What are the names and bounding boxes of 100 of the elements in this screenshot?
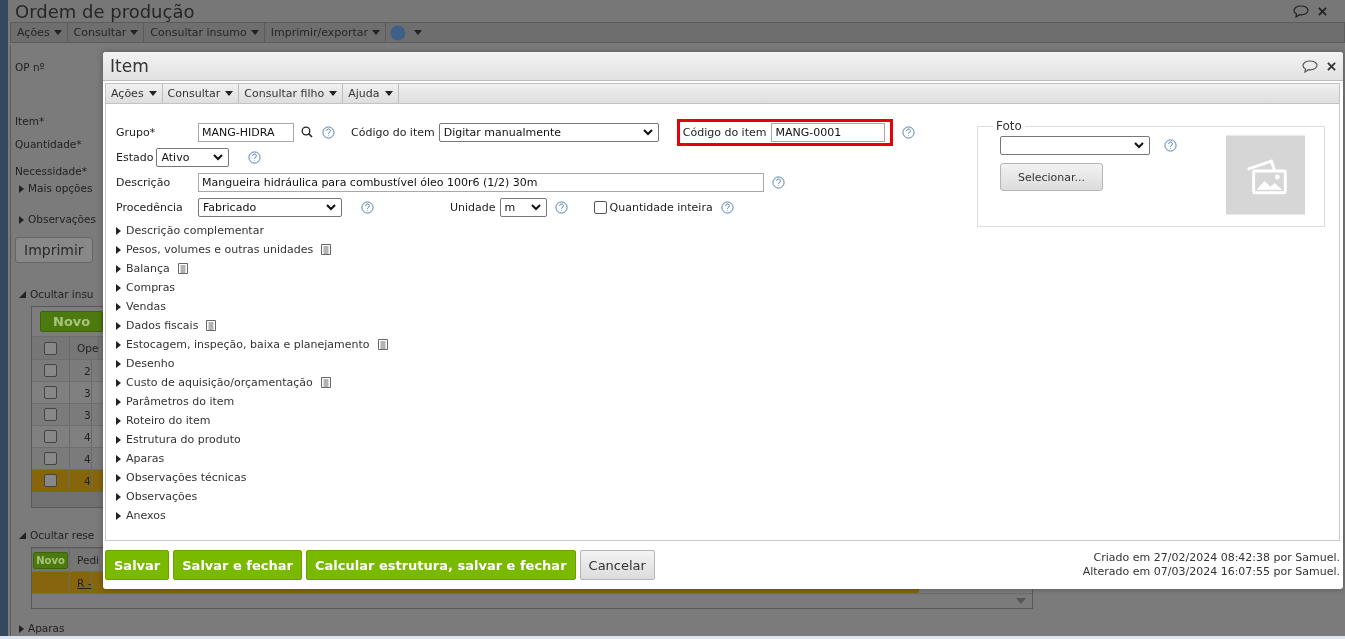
field-label: Descrição <box>116 175 172 189</box>
section-toggle[interactable]: Aparas <box>126 452 165 465</box>
document-icon[interactable] <box>320 377 331 388</box>
section-toggle[interactable]: Roteiro do item <box>126 414 211 427</box>
field-label: OP nº <box>15 60 45 75</box>
menu-button[interactable]: Consultar <box>162 84 240 103</box>
expand-arrow-icon <box>116 359 121 368</box>
section-toggle[interactable]: Descrição complementar <box>126 224 264 237</box>
dialog-title: Item <box>110 56 149 76</box>
dropdown-chevron-icon <box>642 128 653 136</box>
select-button[interactable]: Selecionar... <box>1000 163 1103 191</box>
print-button[interactable]: Imprimir <box>15 237 93 263</box>
section-toggle[interactable]: Observações <box>126 490 198 503</box>
menu-button[interactable]: Consultar filho <box>239 84 344 103</box>
dropdown-chevron-icon <box>326 203 336 211</box>
document-icon[interactable] <box>177 263 188 274</box>
collapse-arrow-icon <box>19 532 26 539</box>
section-toggle[interactable]: Balança <box>126 262 170 275</box>
checkbox[interactable] <box>593 200 607 214</box>
menu-button[interactable]: Ações <box>106 84 163 103</box>
section-toggle[interactable]: Observações <box>28 212 96 227</box>
expand-arrow-icon <box>116 416 121 425</box>
dropdown-chevron-icon <box>530 203 541 211</box>
menu-button[interactable]: Ajuda <box>343 84 399 103</box>
panel-legend: Foto <box>993 119 1025 133</box>
expand-arrow-icon <box>116 473 121 482</box>
section-toggle[interactable]: Dados fiscais <box>126 319 199 332</box>
document-icon[interactable] <box>377 339 388 350</box>
expand-arrow-icon <box>116 435 121 444</box>
expand-arrow-icon <box>116 245 121 254</box>
caret-icon <box>329 91 338 96</box>
document-icon[interactable] <box>206 320 217 331</box>
comment-icon[interactable] <box>1302 59 1318 73</box>
dropdown-arrow-icon[interactable] <box>1016 598 1026 604</box>
field-label: Grupo* <box>116 125 157 139</box>
checkbox-label[interactable]: Quantidade inteira <box>609 200 713 214</box>
section-toggle[interactable]: Vendas <box>126 300 166 313</box>
more-options-link[interactable]: Mais opções <box>28 181 93 196</box>
field-label: Item* <box>15 114 45 129</box>
expand-arrow-icon <box>19 624 24 633</box>
select-field[interactable]: Digitar manualmente <box>438 122 659 142</box>
field-label: Necessidade* <box>15 164 87 179</box>
close-icon[interactable] <box>1327 61 1336 71</box>
section-toggle[interactable]: Desenho <box>126 357 175 370</box>
section-toggle[interactable]: Ocultar rese <box>30 528 95 543</box>
audit-text: Alterado em 07/03/2024 16:07:55 por Samuel. <box>1082 565 1340 579</box>
section-toggle[interactable]: Ocultar insu <box>30 287 94 302</box>
caret-icon <box>130 30 139 35</box>
expand-arrow-icon <box>116 397 121 406</box>
section-toggle[interactable]: Parâmetros do item <box>126 395 235 408</box>
collapse-arrow-icon <box>19 291 26 298</box>
section-toggle[interactable]: Observações técnicas <box>126 471 247 484</box>
expand-arrow-icon <box>116 492 121 501</box>
checkbox[interactable] <box>44 341 57 355</box>
dropdown-chevron-icon <box>1134 142 1144 149</box>
select-field[interactable]: m <box>499 197 547 217</box>
expand-arrow-icon <box>116 264 121 273</box>
window-title: Ordem de produção <box>15 0 195 22</box>
expand-arrow-icon <box>116 454 121 463</box>
document-icon[interactable] <box>321 244 332 255</box>
select-field[interactable]: Ativo <box>156 147 230 167</box>
checkbox[interactable] <box>44 386 57 399</box>
caret-icon <box>414 30 423 35</box>
section-toggle[interactable]: Compras <box>126 281 176 294</box>
comment-icon[interactable] <box>1293 4 1309 18</box>
expand-arrow-icon <box>116 511 121 520</box>
select-field[interactable]: Fabricado <box>198 197 342 217</box>
expand-arrow-icon <box>116 340 121 349</box>
section-toggle[interactable]: Pesos, volumes e outras unidades <box>126 243 314 256</box>
expand-arrow-icon <box>19 215 24 224</box>
caret-icon <box>372 30 381 35</box>
section-toggle[interactable]: Anexos <box>126 509 166 522</box>
dropdown-chevron-icon <box>213 153 224 161</box>
input-field[interactable]: MANG-HIDRA <box>198 122 294 142</box>
expand-arrow-icon <box>116 321 121 330</box>
caret-icon <box>250 30 259 35</box>
checkbox[interactable] <box>44 364 57 377</box>
checkbox[interactable] <box>44 452 57 465</box>
field-label: Código do item <box>351 125 435 139</box>
expand-arrow-icon <box>19 184 24 193</box>
expand-arrow-icon <box>116 302 121 311</box>
field-label: Quantidade* <box>15 137 82 152</box>
action-button[interactable]: Cancelar <box>579 550 655 580</box>
expand-arrow-icon <box>116 283 121 292</box>
caret-icon <box>148 91 157 96</box>
input-field[interactable]: MANG-0001 <box>771 122 886 142</box>
section-toggle[interactable]: Custo de aquisição/orçamentação <box>126 376 313 389</box>
field-label: Código do item <box>682 125 767 139</box>
section-toggle[interactable]: Estrutura do produto <box>126 433 241 446</box>
section-toggle[interactable]: Estocagem, inspeção, baixa e planejamento <box>126 338 370 351</box>
checkbox[interactable] <box>44 430 57 443</box>
expand-arrow-icon <box>116 226 121 235</box>
input-field[interactable]: Mangueira hidráulica para combustível óleo 100r6 (1/2) 30m <box>198 172 764 192</box>
select-field[interactable] <box>1000 136 1150 155</box>
field-label: Estado <box>116 150 154 164</box>
checkbox[interactable] <box>44 474 57 487</box>
search-icon[interactable] <box>301 126 313 138</box>
checkbox[interactable] <box>44 408 57 421</box>
caret-icon <box>384 91 393 96</box>
section-toggle[interactable]: Aparas <box>28 621 65 636</box>
